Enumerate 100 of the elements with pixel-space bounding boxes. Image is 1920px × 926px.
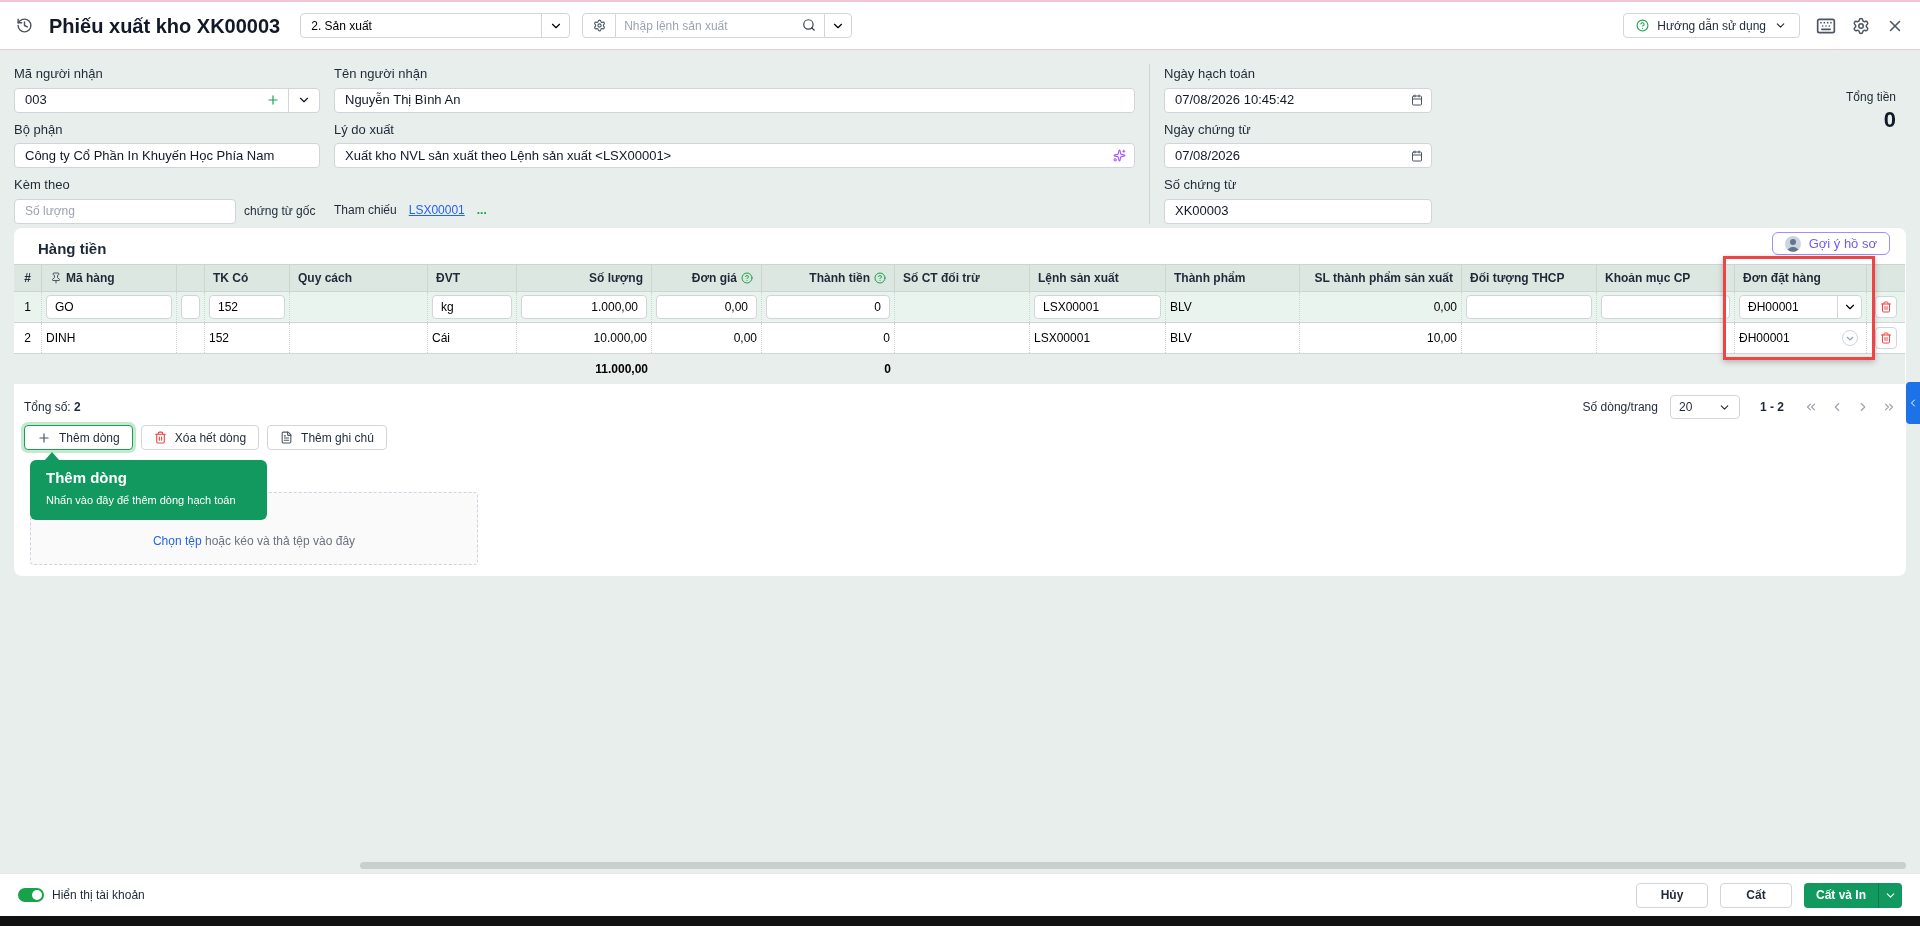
total-cell-text: 11.000,00 [595, 361, 648, 378]
pin-icon[interactable] [50, 272, 62, 284]
last-page-icon[interactable] [1882, 400, 1896, 414]
cell-input[interactable] [181, 295, 200, 319]
field-label: Kèm theo [14, 176, 70, 194]
table-row[interactable]: 2 DINH 152 Cái 10.000,00 0,00 0 LSX00001 BLV 10,00 ĐH00001 [14, 323, 1905, 354]
history-icon[interactable] [16, 17, 33, 34]
field-label: Lý do xuất [334, 120, 394, 139]
page-range: 1 - 2 [1760, 399, 1784, 416]
search-icon[interactable] [802, 18, 817, 32]
field-label: Bộ phận [14, 120, 63, 139]
delete-row-button[interactable] [1875, 327, 1897, 349]
column-header: Số CT đối trừ [903, 270, 980, 287]
column-header: ĐVT [436, 270, 460, 287]
search-field[interactable]: Nhập lệnh sản xuất [616, 13, 825, 38]
toolbar-button[interactable]: Thêm ghi chú [267, 425, 387, 450]
reference-link[interactable]: LSX00001 [408, 200, 465, 219]
total-amount: 0 [1883, 106, 1896, 134]
cell-input[interactable]: 152 [209, 295, 285, 319]
help-icon [1636, 19, 1650, 32]
table-cell-text: 0,00 [733, 330, 757, 347]
help-guide-button[interactable]: Hướng dẫn sử dụng [1623, 13, 1800, 38]
table-row[interactable]: 1 GO 152 kg 1.000,00 0,00 0 LSX00001 BLV 0,00 ĐH00001 [14, 292, 1905, 323]
first-page-icon[interactable] [1804, 400, 1818, 414]
side-panel-tab[interactable] [1906, 382, 1920, 424]
cell-input[interactable]: GO [46, 295, 172, 319]
field-label: Tên người nhận [334, 65, 428, 83]
order-select[interactable]: ĐH00001 [1739, 295, 1862, 319]
table-cell-text: 10.000,00 [593, 330, 647, 347]
delete-row-button[interactable] [1875, 296, 1897, 318]
column-header: Thành tiền [809, 270, 870, 287]
table-cell-text: 2 [24, 330, 31, 347]
choose-file-link[interactable]: Chọn tệp [152, 534, 202, 548]
recipient-name-field[interactable]: Nguyễn Thị Bình An [334, 87, 1135, 113]
section-title: Hàng tiền [38, 239, 107, 259]
plus-icon [37, 430, 51, 445]
table-cell-text: 152 [209, 330, 230, 347]
table-cell-text: 0,00 [1433, 299, 1457, 316]
dropzone-text: Chọn tệp hoặc kéo và thả tệp vào đây [152, 533, 356, 550]
plus-icon[interactable] [266, 93, 280, 107]
help-icon[interactable] [741, 272, 753, 284]
cell-input[interactable] [1466, 295, 1592, 319]
horizontal-scrollbar[interactable] [360, 862, 1906, 869]
cell-input[interactable]: 1.000,00 [521, 295, 647, 319]
suffix-text: chứng từ gốc [244, 203, 316, 220]
toolbar-button[interactable]: Xóa hết dòng [140, 425, 260, 450]
date-field[interactable]: 07/08/2026 [1164, 143, 1432, 168]
toggle-switch[interactable] [18, 888, 44, 902]
column-header: # [24, 270, 31, 287]
trash-icon [1880, 301, 1892, 313]
action-button[interactable]: Hủy [1636, 882, 1708, 908]
table-cell-text: DINH [46, 330, 76, 347]
voucher-number-field[interactable]: XK00003 [1164, 198, 1432, 224]
toolbar-button[interactable]: Thêm dòng [24, 425, 133, 450]
chevron-circle-icon[interactable] [1842, 330, 1858, 346]
settings-icon[interactable] [592, 19, 606, 32]
recipient-code-field[interactable]: 003 [14, 87, 320, 113]
column-header: TK Có [213, 270, 249, 287]
reason-field[interactable]: Xuất kho NVL sản xuất theo Lệnh sản xuất <LSX00001> [334, 143, 1135, 168]
column-header: Thành phẩm [1174, 270, 1246, 287]
column-header: Quy cách [298, 270, 353, 287]
sparkle-icon[interactable] [1113, 149, 1126, 162]
field-label: Ngày chứng từ [1164, 120, 1251, 139]
column-header: Khoản mục CP [1605, 270, 1691, 287]
suggest-button[interactable]: Gợi ý hồ sơ [1771, 232, 1890, 255]
calendar-icon[interactable] [1411, 94, 1423, 106]
column-header: Số lượng [589, 270, 643, 287]
cell-input[interactable] [1601, 295, 1730, 319]
table-cell-text: BLV [1170, 299, 1192, 316]
table-cell-text: Cái [432, 330, 450, 347]
column-header: Lệnh sản xuất [1038, 270, 1119, 287]
total-label: Tổng tiền [1845, 89, 1896, 106]
table-cell-text: LSX00001 [1034, 330, 1091, 347]
total-cell-text: 0 [884, 361, 891, 378]
page-size-select[interactable]: 20 [1670, 395, 1740, 419]
department-field[interactable]: Công ty Cổ Phần In Khuyến Học Phía Nam [14, 143, 320, 168]
date-field[interactable]: 07/08/2026 10:45:42 [1164, 87, 1432, 113]
type-select[interactable]: 2. Sản xuất [300, 13, 571, 38]
action-button[interactable]: Cất [1720, 882, 1792, 908]
table-cell-text: BLV [1170, 330, 1192, 347]
cell-input[interactable]: 0 [766, 295, 890, 319]
column-header: Mã hàng [66, 270, 115, 287]
field-label: Số chứng từ [1164, 176, 1237, 194]
column-header: SL thành phẩm sản xuất [1314, 270, 1453, 287]
table-cell-text: ĐH00001 [1739, 330, 1790, 347]
document-icon [280, 431, 294, 444]
cell-input[interactable]: kg [432, 295, 512, 319]
quantity-field[interactable]: Số lượng [14, 198, 236, 224]
calendar-icon[interactable] [1411, 149, 1423, 162]
cell-input[interactable]: 0,00 [656, 295, 757, 319]
help-icon[interactable] [874, 272, 886, 284]
settings-icon[interactable] [1852, 16, 1870, 35]
avatar-icon [1784, 235, 1801, 252]
table-cell-text: 0 [883, 330, 890, 347]
field-label: Mã người nhận [14, 65, 103, 83]
field-label: Ngày hạch toán [1164, 65, 1256, 83]
page-size-label: Số dòng/trang [1582, 399, 1658, 416]
cell-input[interactable]: LSX00001 [1034, 295, 1161, 319]
column-header: Đối tượng THCP [1470, 270, 1565, 287]
trash-icon [1880, 332, 1892, 344]
